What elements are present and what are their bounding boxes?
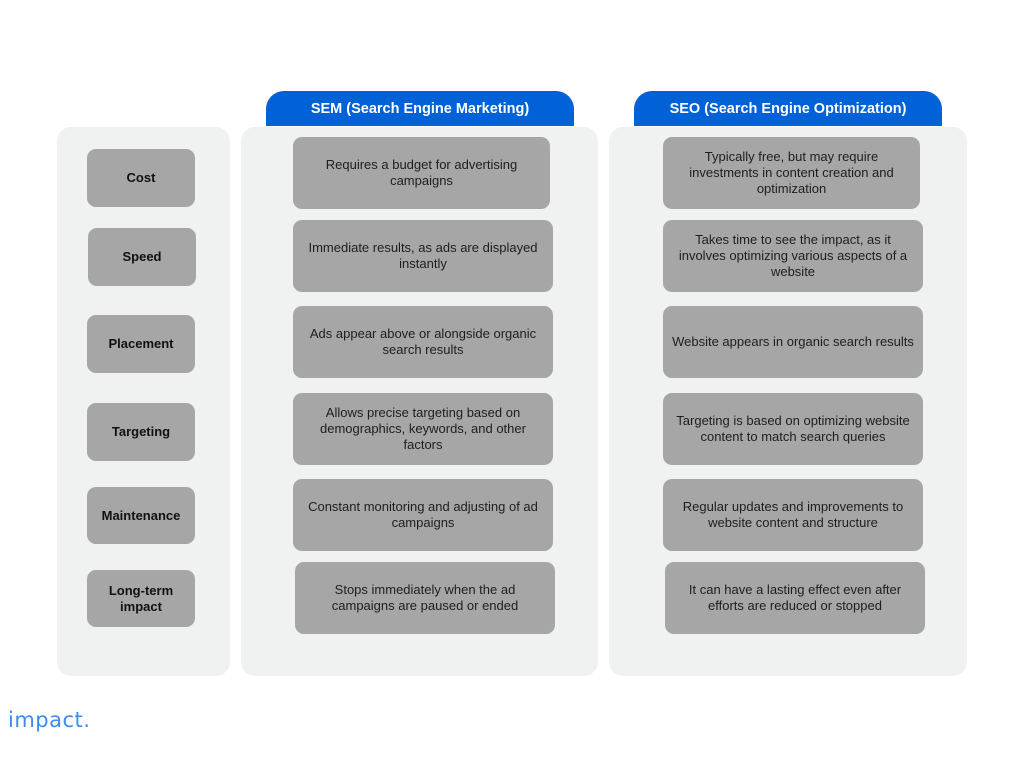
sem-cell-speed: Immediate results, as ads are displayed …: [293, 220, 553, 292]
sem-header: SEM (Search Engine Marketing): [266, 91, 574, 126]
seo-cell-cost: Typically free, but may require investme…: [663, 137, 920, 209]
criteria-label-cost: Cost: [87, 149, 195, 207]
seo-cell-maintenance: Regular updates and improvements to webs…: [663, 479, 923, 551]
seo-cell-long-term-impact: It can have a lasting effect even after …: [665, 562, 925, 634]
seo-header: SEO (Search Engine Optimization): [634, 91, 942, 126]
seo-cell-speed: Takes time to see the impact, as it invo…: [663, 220, 923, 292]
criteria-label-long-term-impact: Long-term impact: [87, 570, 195, 627]
sem-cell-long-term-impact: Stops immediately when the ad campaigns …: [295, 562, 555, 634]
criteria-label-placement: Placement: [87, 315, 195, 373]
criteria-label-targeting: Targeting: [87, 403, 195, 461]
criteria-label-speed: Speed: [88, 228, 196, 286]
brand-logo: impact.: [8, 708, 91, 732]
sem-cell-cost: Requires a budget for advertising campai…: [293, 137, 550, 209]
sem-cell-maintenance: Constant monitoring and adjusting of ad …: [293, 479, 553, 551]
criteria-label-maintenance: Maintenance: [87, 487, 195, 544]
sem-cell-targeting: Allows precise targeting based on demogr…: [293, 393, 553, 465]
seo-cell-targeting: Targeting is based on optimizing website…: [663, 393, 923, 465]
sem-cell-placement: Ads appear above or alongside organic se…: [293, 306, 553, 378]
seo-cell-placement: Website appears in organic search result…: [663, 306, 923, 378]
